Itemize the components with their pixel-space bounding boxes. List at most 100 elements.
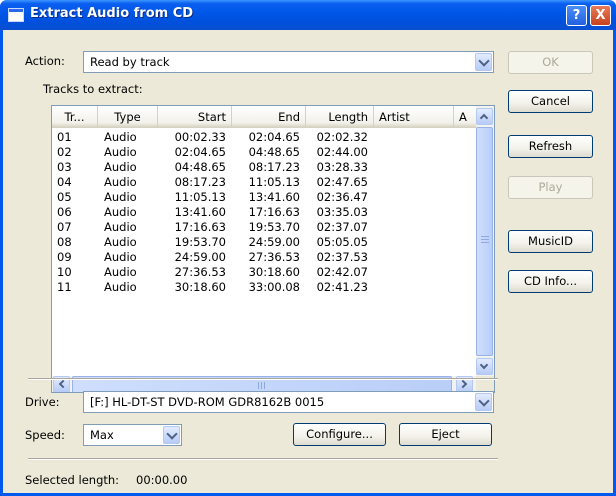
scroll-down-button[interactable]: [476, 358, 493, 375]
table-row[interactable]: 06 Audio 13:41.60 17:16.63 03:35.03: [52, 205, 476, 220]
track-type: Audio: [104, 160, 137, 174]
separator: [28, 458, 498, 460]
track-start: 00:02.33: [174, 130, 226, 144]
chevron-down-icon[interactable]: [475, 393, 492, 411]
track-end: 30:18.60: [248, 265, 300, 279]
musicid-button[interactable]: MusicID: [508, 230, 593, 253]
track-number: 02: [57, 145, 72, 159]
col-artist[interactable]: Artist: [374, 106, 454, 128]
cancel-button[interactable]: Cancel: [508, 90, 593, 113]
dialog-client: Action: Read by track Tracks to extract:…: [3, 30, 613, 493]
action-label: Action:: [25, 54, 65, 68]
vertical-scrollbar[interactable]: [476, 106, 494, 376]
table-row[interactable]: 11 Audio 30:18.60 33:00.08 02:41.23: [52, 280, 476, 295]
refresh-button[interactable]: Refresh: [508, 135, 593, 158]
action-select[interactable]: Read by track: [83, 51, 494, 73]
track-number: 04: [57, 175, 72, 189]
tracks-label: Tracks to extract:: [43, 82, 143, 96]
track-start: 02:04.65: [174, 145, 226, 159]
chevron-down-icon: [479, 360, 489, 370]
track-length: 02:37.07: [316, 220, 368, 234]
track-length: 02:41.23: [316, 280, 368, 294]
track-length: 02:36.47: [316, 190, 368, 204]
track-type: Audio: [104, 205, 137, 219]
track-start: 19:53.70: [174, 235, 226, 249]
drive-label: Drive:: [25, 395, 60, 409]
track-end: 13:41.60: [248, 190, 300, 204]
window-title: Extract Audio from CD: [30, 6, 194, 21]
track-type: Audio: [104, 145, 137, 159]
speed-label: Speed:: [25, 428, 65, 442]
track-length: 02:02.32: [316, 130, 368, 144]
tracks-list[interactable]: Tr... Type Start End Length Artist A 01 A…: [51, 105, 495, 393]
track-end: 17:16.63: [248, 205, 300, 219]
window-icon: [8, 8, 24, 22]
track-length: 02:37.53: [316, 250, 368, 264]
track-type: Audio: [104, 250, 137, 264]
eject-button[interactable]: Eject: [399, 423, 492, 446]
table-row[interactable]: 07 Audio 17:16.63 19:53.70 02:37.07: [52, 220, 476, 235]
col-length[interactable]: Length: [306, 106, 374, 128]
track-start: 11:05.13: [174, 190, 226, 204]
track-type: Audio: [104, 265, 137, 279]
table-row[interactable]: 03 Audio 04:48.65 08:17.23 03:28.33: [52, 160, 476, 175]
help-button[interactable]: ?: [566, 5, 587, 26]
track-start: 24:59.00: [174, 250, 226, 264]
track-end: 04:48.65: [248, 145, 300, 159]
track-start: 27:36.53: [174, 265, 226, 279]
speed-select[interactable]: Max: [83, 424, 182, 446]
close-button[interactable]: X: [590, 5, 611, 26]
drive-select[interactable]: [F:] HL-DT-ST DVD-ROM GDR8162B 0015: [83, 391, 494, 413]
col-start[interactable]: Start: [158, 106, 232, 128]
track-number: 01: [57, 130, 72, 144]
table-row[interactable]: 01 Audio 00:02.33 02:04.65 02:02.32: [52, 130, 476, 145]
table-row[interactable]: 04 Audio 08:17.23 11:05.13 02:47.65: [52, 175, 476, 190]
track-type: Audio: [104, 235, 137, 249]
chevron-right-icon: [458, 379, 468, 389]
play-button[interactable]: Play: [508, 176, 593, 199]
track-end: 27:36.53: [248, 250, 300, 264]
action-value: Read by track: [90, 55, 170, 69]
table-row[interactable]: 02 Audio 02:04.65 04:48.65 02:44.00: [52, 145, 476, 160]
table-row[interactable]: 05 Audio 11:05.13 13:41.60 02:36.47: [52, 190, 476, 205]
scroll-up-button[interactable]: [476, 108, 493, 125]
col-type[interactable]: Type: [98, 106, 158, 128]
track-number: 05: [57, 190, 72, 204]
track-start: 04:48.65: [174, 160, 226, 174]
track-start: 17:16.63: [174, 220, 226, 234]
track-end: 19:53.70: [248, 220, 300, 234]
cd-info-button[interactable]: CD Info...: [508, 270, 593, 293]
track-number: 11: [57, 280, 72, 294]
configure-button[interactable]: Configure...: [293, 423, 386, 446]
track-type: Audio: [104, 190, 137, 204]
separator: [28, 378, 498, 380]
selected-length-value: 00:00.00: [136, 473, 188, 487]
track-number: 07: [57, 220, 72, 234]
track-number: 08: [57, 235, 72, 249]
track-type: Audio: [104, 220, 137, 234]
vertical-scroll-thumb[interactable]: [476, 127, 493, 356]
chevron-down-icon[interactable]: [475, 53, 492, 71]
track-end: 02:04.65: [248, 130, 300, 144]
speed-value: Max: [90, 428, 114, 442]
title-bar[interactable]: Extract Audio from CD ? X: [0, 0, 616, 30]
col-track[interactable]: Tr...: [52, 106, 98, 128]
track-type: Audio: [104, 175, 137, 189]
track-start: 08:17.23: [174, 175, 226, 189]
track-length: 02:47.65: [316, 175, 368, 189]
col-album[interactable]: A: [454, 106, 476, 128]
track-length: 05:05.05: [316, 235, 368, 249]
track-end: 11:05.13: [248, 175, 300, 189]
chevron-left-icon: [58, 379, 68, 389]
track-length: 02:42.07: [316, 265, 368, 279]
col-end[interactable]: End: [232, 106, 306, 128]
table-row[interactable]: 08 Audio 19:53.70 24:59.00 05:05.05: [52, 235, 476, 250]
ok-button[interactable]: OK: [508, 51, 593, 74]
chevron-down-icon[interactable]: [163, 426, 180, 444]
table-row[interactable]: 09 Audio 24:59.00 27:36.53 02:37.53: [52, 250, 476, 265]
chevron-up-icon: [479, 113, 489, 123]
track-number: 03: [57, 160, 72, 174]
tracks-list-header: Tr... Type Start End Length Artist A: [52, 106, 476, 128]
track-length: 03:35.03: [316, 205, 368, 219]
table-row[interactable]: 10 Audio 27:36.53 30:18.60 02:42.07: [52, 265, 476, 280]
